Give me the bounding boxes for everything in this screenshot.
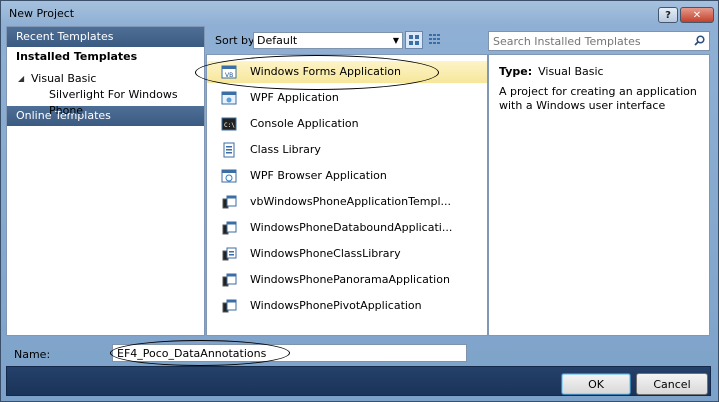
template-item-wp-pivot-application[interactable]: WindowsPhonePivotApplication xyxy=(207,295,487,317)
dropdown-arrow-icon: ▼ xyxy=(392,36,399,45)
template-item-wpf-browser-application[interactable]: WPF Browser Application xyxy=(207,165,487,187)
close-button[interactable]: ✕ xyxy=(680,7,714,23)
sort-by-dropdown[interactable]: Default ▼ xyxy=(253,32,403,49)
template-label: WindowsPhonePivotApplication xyxy=(250,299,422,312)
svg-text:C:\: C:\ xyxy=(224,122,235,129)
tree-item-label: Visual Basic xyxy=(31,72,97,85)
template-item-console-application[interactable]: C:\ Console Application xyxy=(207,113,487,135)
template-description: A project for creating an application wi… xyxy=(499,85,697,112)
list-view-icon xyxy=(409,35,419,45)
toolbar: Sort by: Default ▼ xyxy=(206,26,486,52)
windows-phone-pivot-icon xyxy=(222,299,237,313)
small-icons-view-icon xyxy=(429,34,440,44)
template-item-class-library[interactable]: Class Library xyxy=(207,139,487,161)
template-label: Class Library xyxy=(250,143,321,156)
windows-phone-application-icon xyxy=(222,195,237,209)
online-templates-header[interactable]: Online Templates xyxy=(7,106,204,126)
template-details-panel: Type: Visual Basic A project for creating… xyxy=(488,54,710,336)
name-label: Name: xyxy=(14,348,51,361)
template-item-wp-application[interactable]: vbWindowsPhoneApplicationTempl... xyxy=(207,191,487,213)
windows-phone-databound-icon xyxy=(222,221,237,235)
search-box xyxy=(488,31,710,51)
close-icon: ✕ xyxy=(692,9,702,21)
window-title: New Project xyxy=(9,7,75,20)
help-icon: ? xyxy=(665,9,671,21)
tree-expand-icon[interactable]: ◢ xyxy=(18,71,24,87)
type-value: Visual Basic xyxy=(538,65,604,78)
sort-by-value: Default xyxy=(257,34,298,47)
search-input[interactable] xyxy=(493,33,683,49)
tree-item-visual-basic[interactable]: ◢ Visual Basic xyxy=(7,71,204,87)
ok-button[interactable]: OK xyxy=(561,373,631,395)
template-item-wpf-application[interactable]: WPF Application xyxy=(207,87,487,109)
search-icon[interactable] xyxy=(694,35,705,46)
sort-by-label: Sort by: xyxy=(215,34,258,47)
installed-templates-header[interactable]: Installed Templates xyxy=(7,47,204,67)
template-label: vbWindowsPhoneApplicationTempl... xyxy=(250,195,451,208)
medium-icons-view-button[interactable] xyxy=(405,31,423,49)
template-label: WPF Application xyxy=(250,91,339,104)
title-bar[interactable]: New Project ? ✕ xyxy=(1,1,718,29)
project-name-input[interactable] xyxy=(112,344,467,362)
windows-phone-panorama-icon xyxy=(222,273,237,287)
template-item-wp-panorama-application[interactable]: WindowsPhonePanoramaApplication xyxy=(207,269,487,291)
small-icons-view-button[interactable] xyxy=(426,31,444,49)
type-label: Type: xyxy=(499,65,533,78)
template-label: WindowsPhoneClassLibrary xyxy=(250,247,401,260)
recent-templates-header[interactable]: Recent Templates xyxy=(7,27,204,47)
highlight-ellipse xyxy=(195,55,439,90)
template-categories-panel: Recent Templates Installed Templates ◢ V… xyxy=(6,26,205,336)
template-label: WPF Browser Application xyxy=(250,169,387,182)
template-list: VB Windows Forms Application WPF Applica… xyxy=(206,54,488,336)
template-label: WindowsPhonePanoramaApplication xyxy=(250,273,450,286)
windows-phone-class-library-icon xyxy=(222,247,237,261)
console-application-icon: C:\ xyxy=(221,117,237,131)
template-label: Console Application xyxy=(250,117,359,130)
class-library-icon xyxy=(223,142,235,158)
cancel-button[interactable]: Cancel xyxy=(636,373,708,395)
tree-item-silverlight-windows-phone[interactable]: Silverlight For Windows Phone xyxy=(7,87,204,117)
wpf-browser-application-icon xyxy=(221,169,237,183)
type-line: Type: Visual Basic xyxy=(499,65,604,78)
help-button[interactable]: ? xyxy=(658,7,678,23)
template-label: WindowsPhoneDataboundApplicati... xyxy=(250,221,453,234)
template-item-wp-class-library[interactable]: WindowsPhoneClassLibrary xyxy=(207,243,487,265)
template-item-wp-databound-application[interactable]: WindowsPhoneDataboundApplicati... xyxy=(207,217,487,239)
wpf-application-icon xyxy=(221,91,237,105)
